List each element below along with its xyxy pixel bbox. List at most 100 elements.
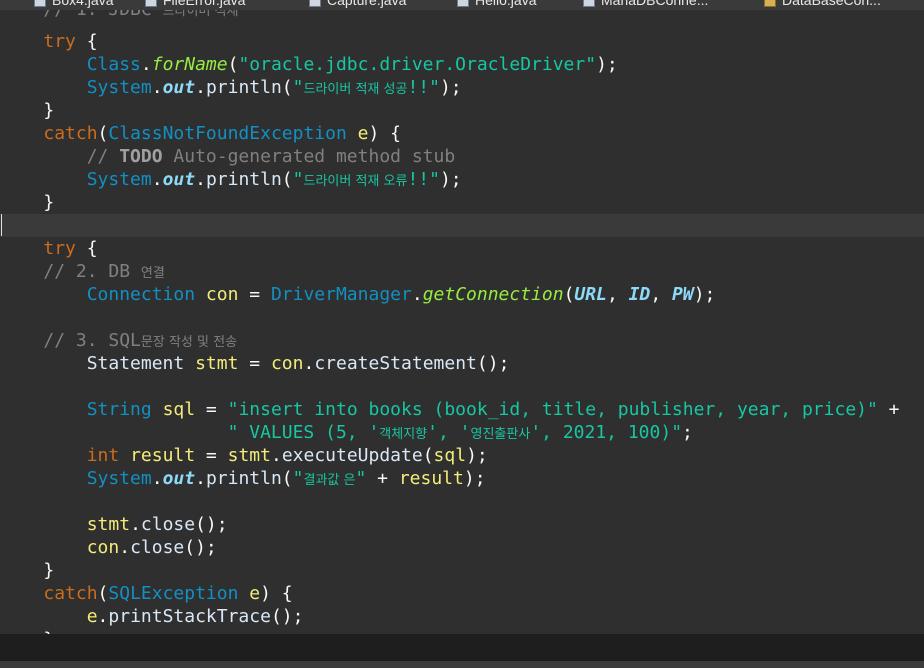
code-string-korean: 영진출판사 [470,427,531,442]
code-punctuation: . [151,77,163,98]
code-operator: = [238,284,271,305]
java-file-icon [145,0,157,8]
code-punctuation: ( [281,77,293,98]
bottom-panel [0,634,924,668]
code-line: } [0,559,924,582]
code-static-field: out [162,169,196,190]
code-punctuation: ; [682,422,693,443]
editor-tab[interactable]: Capture.java [309,0,406,10]
code-punctuation: ( [422,445,434,466]
tab-label: MariaDBConne... [601,0,709,8]
code-punctuation: { [75,31,98,52]
code-class: System [86,77,152,98]
horizontal-scrollbar[interactable] [0,661,924,668]
code-punctuation: , [606,284,629,305]
code-string-korean: 객체지향 [379,427,428,442]
code-operator: + [366,468,399,489]
code-method: println [205,468,282,489]
code-string: "oracle.jdbc.driver.OracleDriver" [238,54,597,75]
code-punctuation: (); [476,353,510,374]
code-variable: e [249,583,261,604]
code-keyword: catch [43,123,98,144]
code-line: e.printStackTrace(); [0,605,924,628]
code-operator: = [195,399,228,420]
code-class: Class [86,54,141,75]
code-variable: con [270,353,304,374]
tab-label: DataBaseCon... [782,0,881,8]
code-method: createStatement [314,353,477,374]
code-method: println [205,169,282,190]
code-type: Statement [86,353,185,374]
editor-tab[interactable]: DataBaseCon... [764,0,881,10]
code-variable: stmt [195,353,239,374]
code-punctuation: . [195,77,206,98]
code-editor[interactable]: // 1. JDBC 드라이버 적재 try { Class.forName("… [0,0,924,634]
code-comment: // [86,146,120,167]
code-todo-tag: TODO [119,146,163,167]
code-string: !!" [407,77,440,98]
code-line: System.out.println("드라이버 적재 오류!!"); [0,168,924,191]
text-caret [1,214,2,236]
code-string: ', ' [427,422,471,443]
tab-label: Box4.java [52,0,114,8]
code-punctuation: ( [281,468,293,489]
code-variable: con [86,537,120,558]
code-variable: result [398,468,464,489]
code-line: String sql = "insert into books (book_id… [0,398,924,421]
code-punctuation: ); [466,445,488,466]
code-punctuation: { [75,238,98,259]
java-file-icon [34,0,46,8]
code-punctuation: ( [97,583,109,604]
code-punctuation: ( [281,169,293,190]
tab-label: Hello.java [475,0,537,8]
code-keyword: try [43,31,76,52]
code-string: " [292,77,304,98]
code-punctuation: . [303,353,315,374]
code-punctuation: ) { [368,123,402,144]
current-line-highlight[interactable] [0,214,924,237]
code-comment: // 2. DB [43,261,141,282]
editor-tab[interactable]: MariaDBConne... [583,0,708,10]
code-line: try { [0,30,924,53]
code-punctuation: . [151,468,163,489]
code-punctuation: . [140,54,152,75]
code-string: " [355,468,367,489]
code-line: Connection con = DriverManager.getConnec… [0,283,924,306]
code-punctuation: ) { [260,583,293,604]
code-punctuation: ); [596,54,618,75]
code-brace: } [43,100,55,121]
code-line: int result = stmt.executeUpdate(sql); [0,444,924,467]
code-static-method: getConnection [422,284,564,305]
code-punctuation: . [119,537,131,558]
code-variable: result [130,445,196,466]
code-keyword: catch [43,583,98,604]
code-line: stmt.close(); [0,513,924,536]
code-string-korean: 결과값 은 [303,473,356,488]
editor-tab[interactable]: Box4.java [34,0,113,10]
code-string: ', 2021, 100)" [530,422,683,443]
code-static-field: out [162,468,196,489]
code-constant: ID [628,284,651,305]
code-punctuation: (); [184,537,217,558]
editor-tab[interactable]: FileError.java [145,0,245,10]
editor-tab[interactable]: Hello.java [457,0,536,10]
code-line: con.close(); [0,536,924,559]
code-line: catch(ClassNotFoundException e) { [0,122,924,145]
code-constant: PW [672,284,694,305]
code-class: System [86,468,152,489]
editor-tab-bar: Box4.java FileError.java Capture.java He… [0,0,924,10]
code-line: System.out.println("드라이버 적재 성공!!"); [0,76,924,99]
code-punctuation: ); [693,284,716,305]
code-variable: e [357,123,369,144]
code-punctuation: ( [227,54,239,75]
code-variable: stmt [86,514,131,535]
code-method: close [140,514,196,535]
code-class: DriverManager [270,284,412,305]
code-variable: sql [162,399,196,420]
code-operator: = [195,445,228,466]
java-file-icon [309,0,321,8]
code-class: ClassNotFoundException [108,123,347,144]
